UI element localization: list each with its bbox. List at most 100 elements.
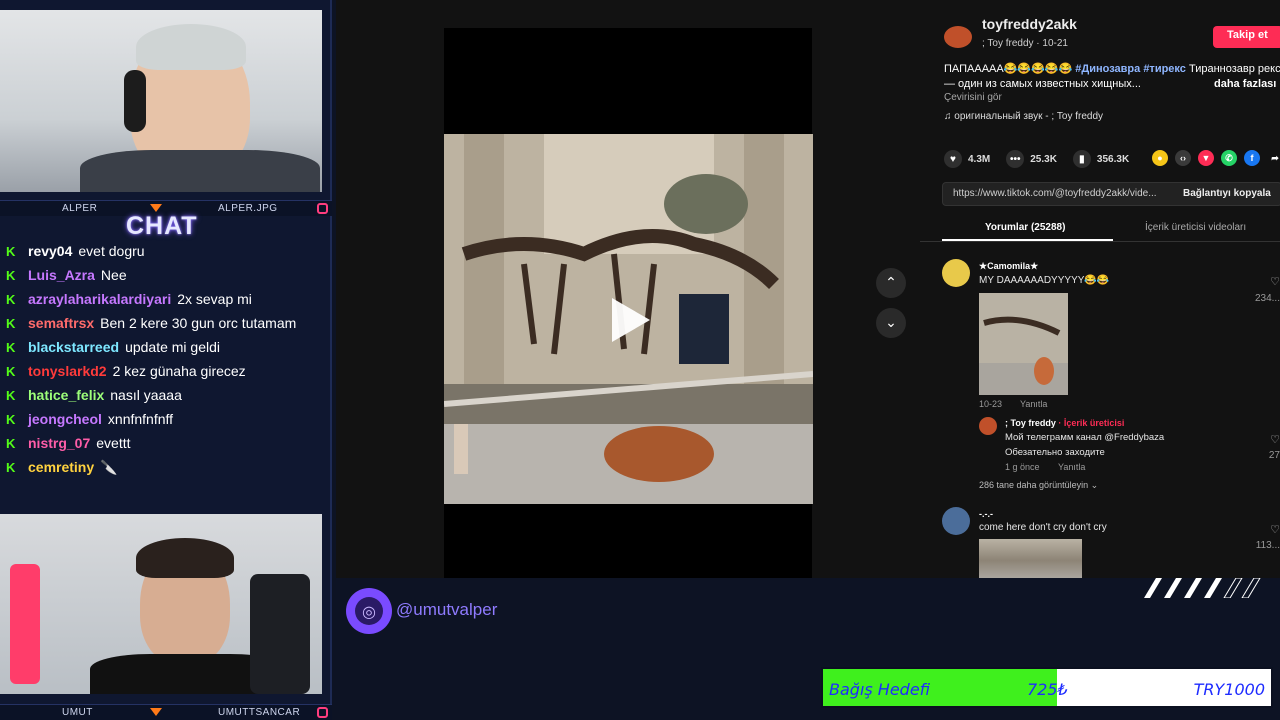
chat-username[interactable]: cemretiny [28, 459, 94, 475]
chat-text: Ben 2 kere 30 gun orc tutamam [100, 315, 297, 331]
tab-creator-videos[interactable]: İçerik üreticisi videoları [1145, 222, 1246, 233]
headphones [124, 70, 146, 132]
chat-text: 🔪 [100, 459, 118, 475]
chat-message: Kcemretiny 🔪 [6, 458, 326, 477]
coin-icon[interactable]: ● [1152, 150, 1168, 166]
hashtag[interactable]: #тирекс [1143, 63, 1186, 75]
kick-badge-icon: K [6, 412, 16, 427]
whatsapp-icon[interactable]: ✆ [1221, 150, 1237, 166]
chat-username[interactable]: blackstarreed [28, 339, 119, 355]
like-group[interactable]: ♥ 4.3M [944, 150, 990, 168]
sound-label[interactable]: ♫ оригинальный звук - ; Toy freddy [944, 111, 1103, 122]
chat-message: Krevy04 evet dogru [6, 242, 326, 261]
comment-group[interactable]: ••• 25.3K [1006, 150, 1057, 168]
translate-link[interactable]: Çevirisini gör [944, 92, 1002, 103]
reply-text-1: Мой телеграмм канал @Freddybaza [1005, 432, 1165, 443]
tiktok-side-panel: toyfreddy2akk ; Toy freddy · 10-21 Takip… [920, 0, 1280, 578]
music-note-icon: ♫ [944, 111, 952, 122]
chat-username[interactable]: semaftrsx [28, 315, 94, 331]
comment-author[interactable]: -.-.- [979, 509, 993, 519]
chat-username[interactable]: Luis_Azra [28, 267, 95, 283]
comment-tabs: Yorumlar (25288) İçerik üreticisi videol… [920, 220, 1280, 242]
comment-image[interactable] [979, 293, 1068, 395]
donation-goal-bar: Bağış Hedefi 725₺ TRY1000 [821, 667, 1273, 708]
kick-badge-icon: K [6, 268, 16, 283]
webcam-bottom [0, 514, 322, 694]
streamer-body [80, 150, 320, 192]
reply-text-2: Обезательно заходите [1005, 447, 1105, 458]
copy-link-button[interactable]: Bağlantıyı kopyala [1183, 188, 1271, 199]
kick-badge-icon: K [6, 292, 16, 307]
donation-amount: 725₺ [1027, 680, 1068, 699]
send-icon[interactable]: ▼ [1198, 150, 1214, 166]
reply-likes: 27 [1268, 450, 1280, 461]
reply-button[interactable]: Yanıtla [1020, 399, 1047, 409]
reply-author[interactable]: ; Toy freddy · İçerik üreticisi [1005, 418, 1124, 428]
chat-message: Kblackstarreed update mi geldi [6, 338, 326, 357]
comment-like-icon[interactable]: ♡ [1270, 275, 1280, 288]
sound-name: оригинальный звук - ; Toy freddy [954, 111, 1104, 122]
save-group[interactable]: ▮ 356.3K [1072, 150, 1129, 168]
chat-text: evettt [96, 435, 131, 451]
author-name[interactable]: toyfreddy2akk [982, 16, 1077, 32]
author-sub: ; Toy freddy · 10-21 [982, 38, 1068, 49]
chat-message: Knistrg_07 evettt [6, 434, 326, 453]
kick-badge-icon: K [6, 436, 16, 451]
chat-text: Nee [100, 267, 127, 283]
streamer-hair [136, 538, 234, 578]
author-avatar[interactable] [944, 26, 972, 48]
comment-date: 10-23 [979, 399, 1003, 409]
follow-button[interactable]: Takip et [1213, 26, 1280, 48]
link-box: https://www.tiktok.com/@toyfreddy2akk/vi… [942, 182, 1280, 206]
tab-underline [942, 239, 1113, 241]
donation-goal: TRY1000 [1193, 680, 1265, 699]
top-cam-handle: ALPER.JPG [218, 203, 278, 214]
slash-decoration [1144, 578, 1261, 598]
play-icon[interactable] [612, 298, 650, 342]
video-description: ПАПААААА😂😂😂😂😂 #Динозавра #тирекс Тиранно… [944, 62, 1280, 92]
donation-label: Bağış Hedefi [829, 680, 931, 699]
comment-author[interactable]: ★Camomila★ [979, 261, 1038, 272]
chat-username[interactable]: nistrg_07 [28, 435, 90, 451]
chevron-down-icon[interactable]: ⌄ [876, 308, 906, 338]
chat-message: Khatice_felix nasıl yaaaa [6, 386, 326, 405]
bottom-cam-handle: UMUTTSANCAR [218, 707, 301, 718]
chat-username[interactable]: revy04 [28, 243, 72, 259]
facebook-icon[interactable]: f [1244, 150, 1260, 166]
comment-image[interactable] [979, 539, 1082, 578]
tab-comments[interactable]: Yorumlar (25288) [985, 222, 1065, 233]
chat-text: update mi geldi [125, 339, 221, 355]
view-more-replies[interactable]: 286 tane daha görüntüleyin ⌄ [979, 480, 1098, 491]
comment-icon: ••• [1006, 150, 1025, 168]
comment-like-icon[interactable]: ♡ [1270, 523, 1280, 536]
arrow-down-icon [150, 204, 162, 212]
chat-username[interactable]: tonyslarkd2 [28, 363, 107, 379]
video-link[interactable]: https://www.tiktok.com/@toyfreddy2akk/vi… [953, 188, 1157, 199]
hashtag[interactable]: #Динозавра [1075, 63, 1140, 75]
chat-text: evet dogru [78, 243, 145, 259]
chevron-up-icon[interactable]: ⌃ [876, 268, 906, 298]
bottom-cam-namebar: UMUT UMUTTSANCAR [0, 704, 332, 720]
globe-icon: ◎ [346, 588, 392, 634]
kick-badge-icon: K [6, 364, 16, 379]
reply-button[interactable]: Yanıtla [1058, 462, 1085, 472]
chat-message: Ktonyslarkd2 2 kez günaha girecez [6, 362, 326, 381]
comment-likes: 113... [1255, 540, 1280, 551]
stream-overlay: ALPER ALPER.JPG CHAT Krevy04 evet dogru K L… [0, 0, 1280, 720]
chat-username[interactable]: jeongcheol [28, 411, 102, 427]
streamer-handle: @umutvalper [396, 600, 498, 619]
chat-username[interactable]: azraylaharikalardiyari [28, 291, 171, 307]
reply-avatar[interactable] [979, 417, 997, 435]
embed-icon[interactable]: ‹› [1175, 150, 1191, 166]
comment-count: 25.3K [1030, 153, 1057, 165]
comment-avatar[interactable] [942, 259, 970, 287]
kick-badge-icon: K [6, 316, 16, 331]
description-prefix: ПАПААААА😂😂😂😂😂 [944, 63, 1073, 75]
more-link[interactable]: daha fazlası [1214, 77, 1276, 92]
reply-like-icon[interactable]: ♡ [1270, 433, 1280, 446]
kick-badge-icon: K [6, 388, 16, 403]
comment-avatar[interactable] [942, 507, 970, 535]
share-arrow-icon[interactable]: ➦ [1267, 150, 1280, 166]
instagram-icon [317, 203, 328, 214]
chat-username[interactable]: hatice_felix [28, 387, 104, 403]
